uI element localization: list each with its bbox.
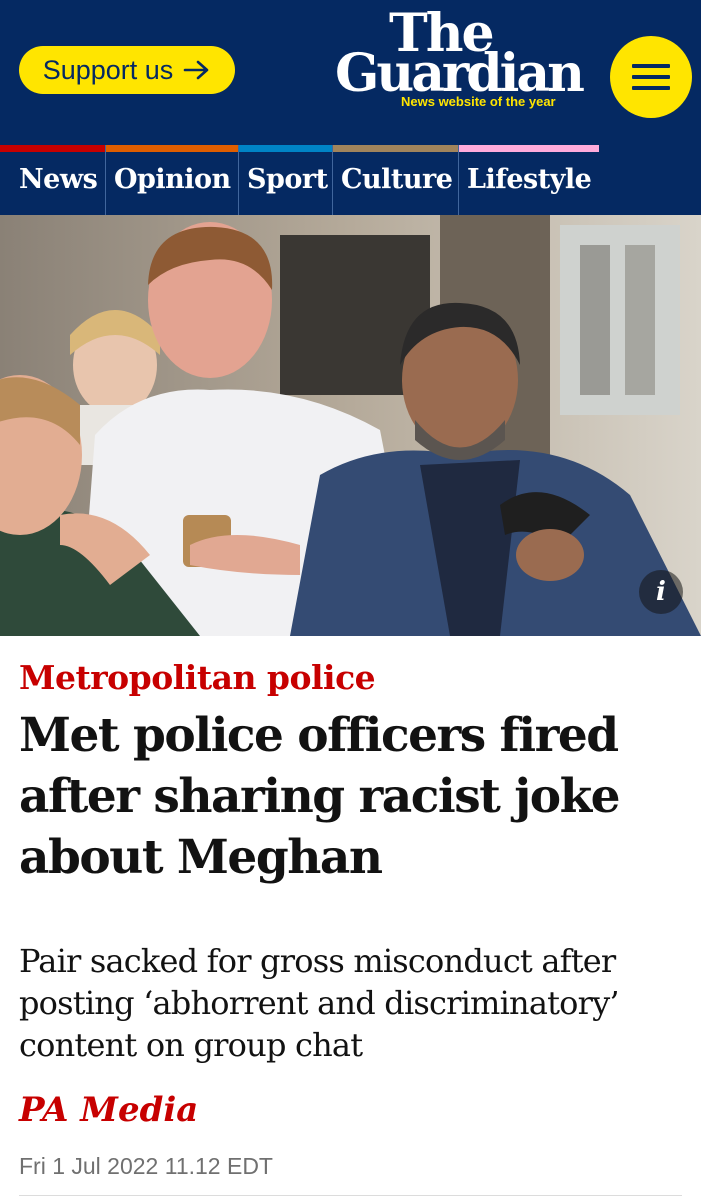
nav-item-label: Lifestyle	[467, 164, 592, 195]
nav-item-sport[interactable]: Sport	[238, 145, 332, 215]
nav-item-news[interactable]: News	[0, 145, 105, 215]
logo-guardian: Guardian	[335, 43, 585, 104]
article-headline: Met police officers fired after sharing …	[19, 708, 621, 885]
logo-tagline: News website of the year	[401, 94, 556, 109]
hero-photo-illustration	[0, 215, 701, 636]
article-byline[interactable]: PA Media	[19, 1090, 198, 1130]
nav-color-bar	[106, 145, 238, 152]
image-info-icon[interactable]: i	[639, 570, 683, 614]
nav-item-label: Sport	[247, 164, 328, 195]
nav-color-bar	[333, 145, 458, 152]
article-date: Fri 1 Jul 2022 11.12 EDT	[19, 1153, 273, 1179]
masthead: Support us The Guardian News website of …	[0, 0, 701, 145]
menu-button[interactable]	[610, 36, 692, 118]
nav-color-bar	[459, 145, 599, 152]
hamburger-icon-line	[632, 64, 670, 68]
nav-color-bar	[0, 145, 105, 152]
nav-color-bar	[239, 145, 332, 152]
nav-item-culture[interactable]: Culture	[332, 145, 458, 215]
nav-item-label: News	[19, 164, 98, 195]
hamburger-icon-line	[632, 75, 670, 79]
guardian-logo[interactable]: The Guardian News website of the year	[335, 8, 600, 113]
divider	[19, 1195, 682, 1196]
hamburger-icon-line	[632, 86, 670, 90]
section-kicker[interactable]: Metropolitan police	[19, 658, 376, 697]
nav-item-label: Culture	[341, 164, 453, 195]
support-us-label: Support us	[42, 54, 174, 85]
nav-item-label: Opinion	[114, 164, 231, 195]
nav-item-opinion[interactable]: Opinion	[105, 145, 238, 215]
hero-image[interactable]: i	[0, 215, 701, 636]
article-standfirst: Pair sacked for gross misconduct after p…	[19, 942, 620, 1064]
section-nav: News Opinion Sport Culture Lifestyle	[0, 145, 701, 215]
support-us-button[interactable]: Support us	[19, 46, 235, 94]
arrow-right-icon	[183, 60, 209, 80]
nav-item-lifestyle[interactable]: Lifestyle	[458, 145, 599, 215]
